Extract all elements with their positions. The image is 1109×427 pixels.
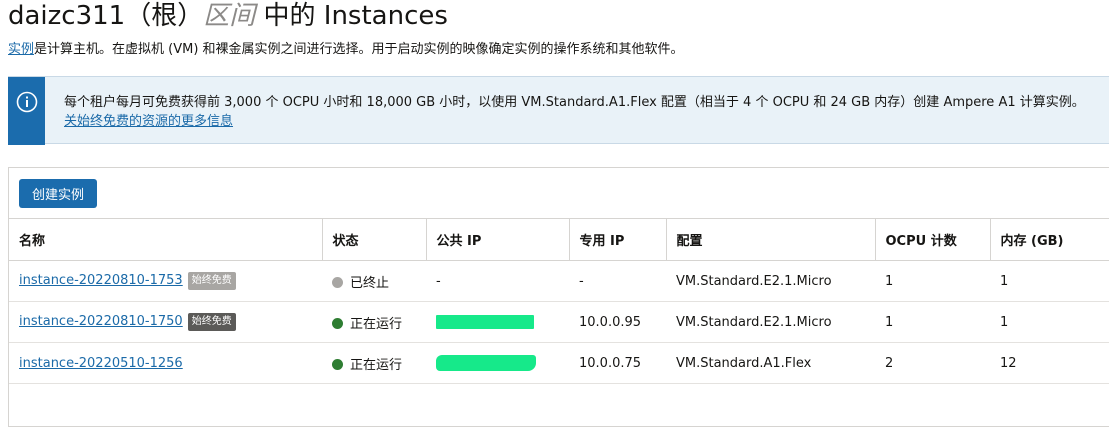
info-icon	[16, 91, 38, 113]
page-title: daizc311（根）区间 中的 Instances	[8, 0, 448, 34]
compartment-name: 区间	[203, 1, 256, 31]
memory-cell: 1	[990, 260, 1109, 302]
create-instance-button[interactable]: 创建实例	[19, 179, 97, 208]
table-row: instance-20220510-1256 正在运行 10.0.0.75 VM…	[9, 342, 1109, 384]
ocpu-cell: 2	[875, 342, 990, 384]
column-header-name[interactable]: 名称	[9, 218, 323, 261]
column-header-memory[interactable]: 内存 (GB)	[990, 218, 1109, 261]
instance-link[interactable]: instance-20220810-1753	[19, 273, 183, 288]
status-text: 正在运行	[350, 316, 403, 332]
description-text: 是计算主机。在虚拟机 (VM) 和裸金属实例之间进行选择。用于启动实例的映像确定…	[34, 42, 684, 57]
banner-message: 每个租户每月可免费获得前 3,000 个 OCPU 小时和 18,000 GB …	[64, 95, 1085, 110]
always-free-badge: 始终免费	[187, 313, 236, 331]
ocpu-cell: 1	[875, 260, 990, 302]
free-resources-info-link[interactable]: 关始终免费的资源的更多信息	[64, 112, 233, 131]
shape-cell: VM.Standard.E2.1.Micro	[666, 260, 875, 302]
shape-cell: VM.Standard.E2.1.Micro	[666, 301, 875, 343]
redacted-public-ip	[436, 355, 536, 371]
public-ip-cell: -	[426, 260, 569, 302]
status-cell: 正在运行	[322, 342, 426, 384]
free-tier-info-banner: 每个租户每月可免费获得前 3,000 个 OCPU 小时和 18,000 GB …	[8, 76, 1109, 145]
ocpu-cell: 1	[875, 301, 990, 343]
instances-table: 名称 状态 公共 IP 专用 IP 配置 OCPU 计数 内存 (GB) ins…	[9, 218, 1109, 384]
status-dot-icon	[332, 358, 343, 370]
status-dot-icon	[332, 317, 343, 329]
private-ip-cell: 10.0.0.95	[569, 301, 666, 343]
private-ip-cell: 10.0.0.75	[569, 342, 666, 384]
redacted-public-ip	[436, 315, 534, 329]
status-cell: 正在运行	[322, 301, 426, 343]
memory-cell: 1	[990, 301, 1109, 343]
instance-link[interactable]: instance-20220810-1750	[19, 314, 183, 329]
always-free-badge: 始终免费	[187, 272, 236, 290]
public-ip-value: -	[436, 273, 441, 289]
private-ip-cell: -	[569, 260, 666, 302]
title-prefix: daizc311（根）	[8, 1, 204, 31]
public-ip-cell	[426, 342, 569, 384]
table-row: instance-20220810-1750 始终免费 正在运行 10.0.0.9…	[9, 301, 1109, 343]
shape-cell: VM.Standard.A1.Flex	[666, 342, 875, 384]
status-cell: 已终止	[322, 260, 426, 302]
instances-doc-link[interactable]: 实例	[8, 42, 34, 57]
public-ip-cell	[426, 301, 569, 343]
memory-cell: 12	[990, 342, 1109, 384]
title-suffix: 中的 Instances	[255, 1, 448, 31]
status-dot-icon	[332, 276, 343, 288]
table-header-row: 名称 状态 公共 IP 专用 IP 配置 OCPU 计数 内存 (GB)	[9, 218, 1109, 261]
instance-link[interactable]: instance-20220510-1256	[19, 356, 183, 371]
page-description: 实例是计算主机。在虚拟机 (VM) 和裸金属实例之间进行选择。用于启动实例的映像…	[8, 41, 684, 59]
name-cell: instance-20220510-1256	[9, 342, 322, 384]
column-header-status[interactable]: 状态	[322, 218, 427, 261]
banner-icon-bar	[8, 77, 45, 145]
status-text: 正在运行	[350, 357, 403, 373]
column-header-shape[interactable]: 配置	[666, 218, 876, 261]
name-cell: instance-20220810-1750 始终免费	[9, 301, 322, 343]
column-header-ocpu[interactable]: OCPU 计数	[875, 218, 991, 261]
table-row: instance-20220810-1753 始终免费 已终止 - - VM.St…	[9, 260, 1109, 302]
status-text: 已终止	[350, 275, 390, 291]
column-header-private-ip[interactable]: 专用 IP	[569, 218, 667, 261]
column-header-public-ip[interactable]: 公共 IP	[426, 218, 570, 261]
name-cell: instance-20220810-1753 始终免费	[9, 260, 322, 302]
